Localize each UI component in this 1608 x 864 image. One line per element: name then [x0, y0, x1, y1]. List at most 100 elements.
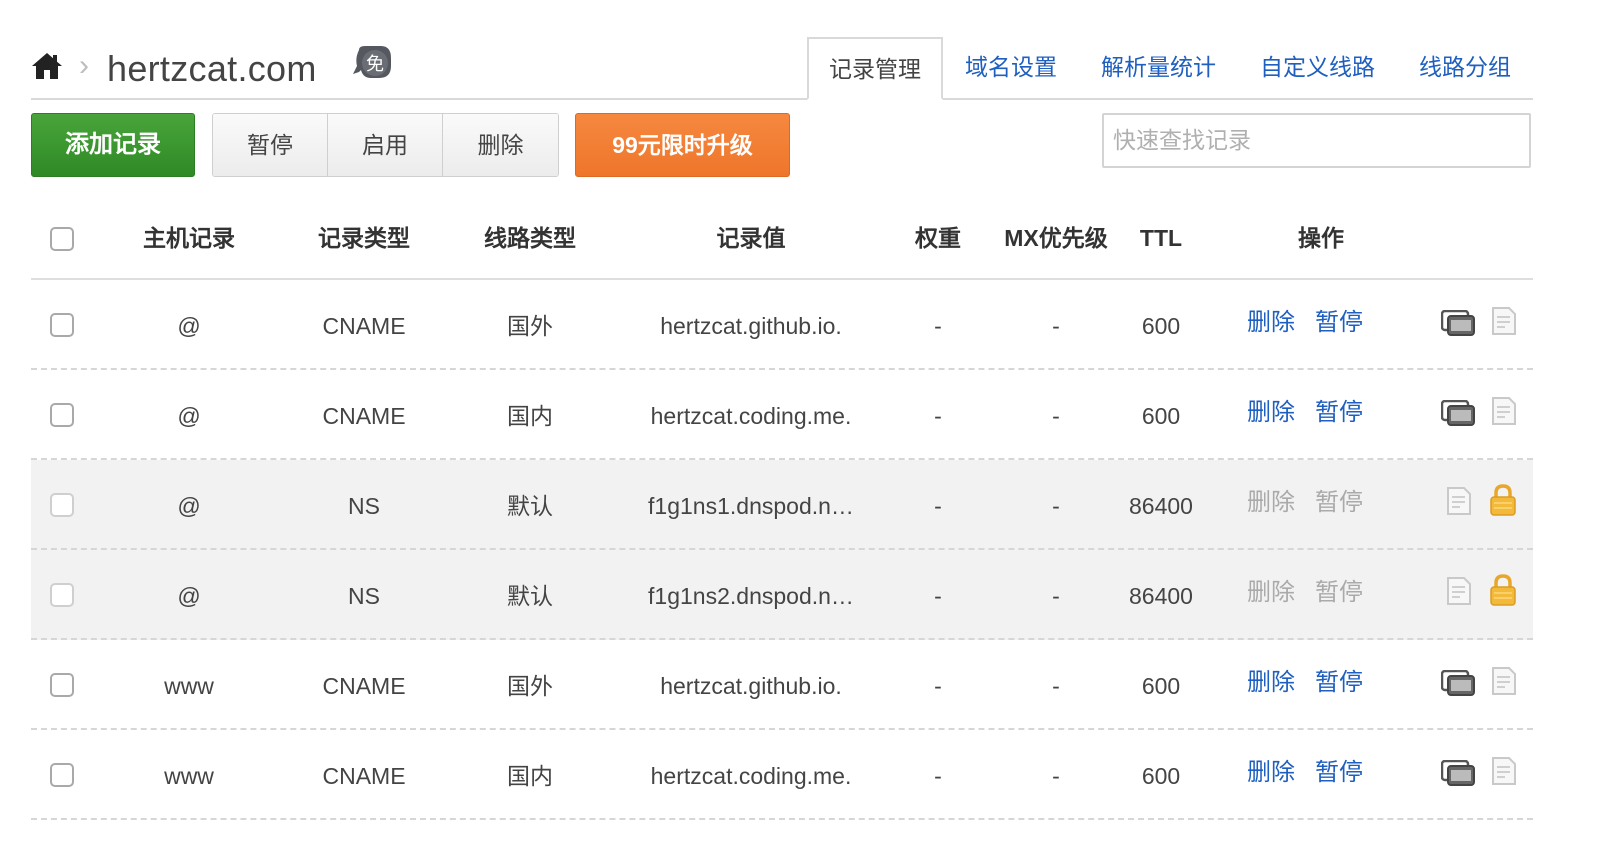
add-record-button[interactable]: 添加记录	[31, 113, 195, 177]
tab-resolution-stats[interactable]: 解析量统计	[1079, 37, 1238, 100]
cell-weight: -	[934, 673, 942, 699]
document-icon[interactable]	[1491, 396, 1517, 426]
document-icon[interactable]	[1446, 486, 1472, 516]
cell-type: CNAME	[322, 313, 406, 339]
header-type: 记录类型	[318, 225, 410, 251]
row-pause-link[interactable]: 暂停	[1315, 280, 1363, 370]
cell-ttl: 600	[1141, 403, 1181, 429]
cell-mx: -	[1052, 583, 1060, 609]
cell-weight: -	[934, 763, 942, 789]
cell-value: f1g1ns2.dnspod.n…	[648, 583, 854, 609]
cell-value: f1g1ns1.dnspod.n…	[648, 493, 854, 519]
tab-custom-lines[interactable]: 自定义线路	[1238, 37, 1397, 100]
document-icon[interactable]	[1491, 306, 1517, 336]
cell-line: 国内	[507, 763, 553, 789]
row-pause-link[interactable]: 暂停	[1315, 730, 1363, 820]
tab-bar: 记录管理 域名设置 解析量统计 自定义线路 线路分组	[807, 37, 1533, 100]
cell-value[interactable]: hertzcat.coding.me.	[631, 730, 871, 820]
row-delete-link[interactable]: 删除	[1247, 280, 1295, 370]
row-delete-link[interactable]: 删除	[1247, 730, 1295, 820]
table-row: @ NS 默认 f1g1ns2.dnspod.n… - - 86400 删除 暂…	[31, 550, 1533, 640]
table-header: 主机记录 记录类型 线路类型 记录值 权重 MX优先级 TTL 操作	[31, 194, 1533, 280]
table-row: @ NS 默认 f1g1ns1.dnspod.n… - - 86400 删除 暂…	[31, 460, 1533, 550]
cell-value[interactable]: hertzcat.github.io.	[631, 280, 871, 370]
document-icon[interactable]	[1446, 576, 1472, 606]
table-row: www CNAME 国外 hertzcat.github.io. - - 600…	[31, 640, 1533, 730]
row-checkbox[interactable]	[50, 673, 74, 697]
table-body: @ CNAME 国外 hertzcat.github.io. - - 600 删…	[31, 280, 1533, 820]
cell-line: 默认	[507, 493, 553, 519]
cell-value[interactable]: hertzcat.coding.me.	[631, 370, 871, 460]
breadcrumb-separator: ›	[79, 49, 89, 82]
lock-icon	[1490, 574, 1516, 606]
cell-mx: -	[1052, 403, 1060, 429]
cell-mx: -	[1052, 763, 1060, 789]
row-pause-link: 暂停	[1315, 489, 1363, 516]
home-icon[interactable]	[31, 50, 63, 82]
batch-action-group: 暂停 启用 删除	[212, 113, 559, 177]
cell-host: @	[177, 583, 201, 609]
table-row: www CNAME 国内 hertzcat.coding.me. - - 600…	[31, 730, 1533, 820]
header-line: 线路类型	[484, 225, 576, 251]
row-delete-link[interactable]: 删除	[1247, 370, 1295, 460]
cell-mx: -	[1052, 673, 1060, 699]
document-icon[interactable]	[1491, 666, 1517, 696]
row-pause-link[interactable]: 暂停	[1315, 370, 1363, 460]
row-pause-link[interactable]: 暂停	[1315, 640, 1363, 730]
search-input[interactable]	[1102, 113, 1531, 168]
cell-host: @	[177, 403, 201, 429]
lock-icon	[1490, 484, 1516, 516]
cell-host: @	[177, 313, 201, 339]
row-checkbox[interactable]	[50, 763, 74, 787]
free-badge-text: 免	[366, 54, 384, 75]
pause-button[interactable]: 暂停	[213, 114, 328, 176]
row-checkbox[interactable]	[50, 403, 74, 427]
records-table: 主机记录 记录类型 线路类型 记录值 权重 MX优先级 TTL 操作 @ CNA…	[31, 194, 1533, 820]
cell-value[interactable]: hertzcat.github.io.	[631, 640, 871, 730]
cell-line: 国外	[507, 313, 553, 339]
cell-host: www	[164, 763, 214, 789]
header-weight: 权重	[915, 225, 961, 251]
remark-icon[interactable]	[1441, 760, 1475, 786]
cell-weight: -	[934, 313, 942, 339]
row-delete-link: 删除	[1247, 489, 1295, 516]
cell-ttl: 86400	[1129, 493, 1193, 519]
cell-host: www	[164, 673, 214, 699]
row-delete-link[interactable]: 删除	[1247, 640, 1295, 730]
cell-type: CNAME	[322, 403, 406, 429]
cell-ttl: 600	[1141, 763, 1181, 789]
page-header: › hertzcat.com 免 记录管理 域名设置 解析量统计 自定义线路 线…	[31, 36, 1533, 100]
header-mx: MX优先级	[1004, 225, 1108, 251]
remark-icon[interactable]	[1441, 400, 1475, 426]
select-all-checkbox[interactable]	[50, 227, 74, 251]
upgrade-button[interactable]: 99元限时升级	[575, 113, 790, 177]
cell-type: NS	[348, 493, 380, 519]
free-plan-badge-icon: 免	[353, 46, 391, 78]
tab-line-groups[interactable]: 线路分组	[1397, 37, 1533, 100]
enable-button[interactable]: 启用	[328, 114, 443, 176]
cell-weight: -	[934, 583, 942, 609]
cell-ttl: 600	[1141, 673, 1181, 699]
row-delete-link: 删除	[1247, 579, 1295, 606]
table-row: @ CNAME 国外 hertzcat.github.io. - - 600 删…	[31, 280, 1533, 370]
cell-weight: -	[934, 403, 942, 429]
remark-icon[interactable]	[1441, 670, 1475, 696]
tab-domain-settings[interactable]: 域名设置	[943, 37, 1079, 100]
tab-record-management[interactable]: 记录管理	[807, 37, 943, 100]
table-row: @ CNAME 国内 hertzcat.coding.me. - - 600 删…	[31, 370, 1533, 460]
cell-mx: -	[1052, 493, 1060, 519]
delete-button[interactable]: 删除	[443, 114, 558, 176]
cell-type: CNAME	[322, 763, 406, 789]
row-checkbox[interactable]	[50, 313, 74, 337]
cell-line: 国内	[507, 403, 553, 429]
remark-icon[interactable]	[1441, 310, 1475, 336]
cell-host: @	[177, 493, 201, 519]
cell-line: 国外	[507, 673, 553, 699]
header-host: 主机记录	[143, 225, 235, 251]
cell-ttl: 86400	[1129, 583, 1193, 609]
row-pause-link: 暂停	[1315, 579, 1363, 606]
document-icon[interactable]	[1491, 756, 1517, 786]
domain-name: hertzcat.com	[107, 48, 317, 89]
row-checkbox	[50, 493, 74, 517]
cell-mx: -	[1052, 313, 1060, 339]
